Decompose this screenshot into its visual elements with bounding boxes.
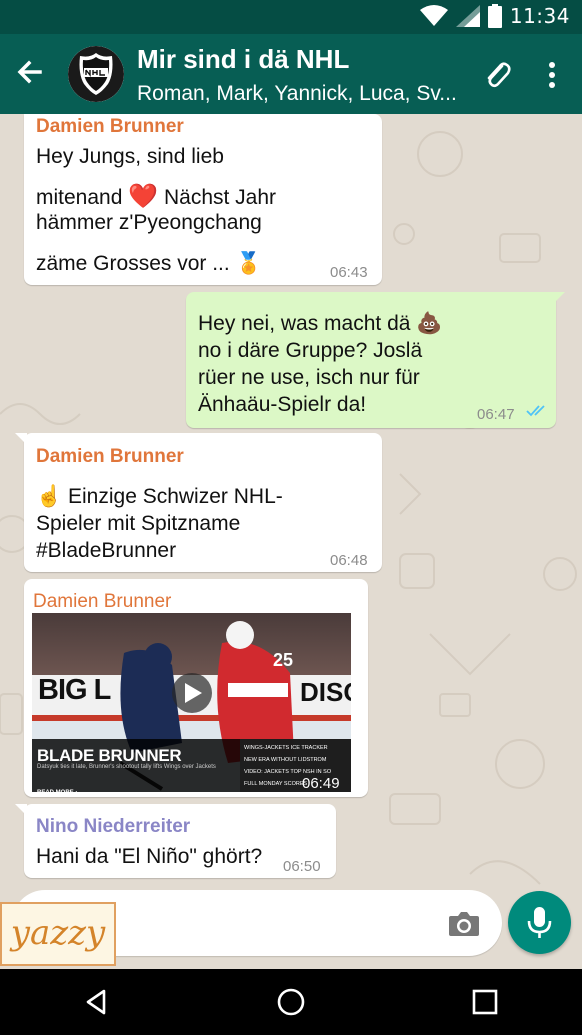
attach-button[interactable] — [480, 56, 514, 90]
message-time: 06:43 — [330, 264, 368, 281]
video-caption: Datsyuk ties it late, Brunner's shootout… — [37, 764, 216, 770]
group-title[interactable]: Mir sind i dä NHL — [137, 44, 349, 75]
triangle-back-icon[interactable] — [82, 987, 112, 1017]
square-recents-icon[interactable] — [470, 987, 500, 1017]
sender-name[interactable]: Damien Brunner — [36, 444, 184, 470]
more-vert-icon — [549, 62, 555, 88]
message-time: 06:50 — [283, 858, 321, 875]
group-avatar[interactable] — [68, 46, 124, 102]
message-text: ☝️ Einzige Schwizer NHL- Spieler mit Spi… — [36, 484, 283, 562]
read-ticks-icon — [526, 405, 545, 417]
board-ad-left: BIG L — [38, 674, 111, 706]
message-time: 06:48 — [330, 552, 368, 569]
message-bubble[interactable]: Damien Brunner ☝️ Einzige Schwizer NHL- … — [15, 433, 382, 572]
poop-emoji: 💩 — [416, 311, 443, 335]
paperclip-icon — [487, 62, 511, 88]
sender-name[interactable]: Damien Brunner — [36, 114, 184, 140]
read-more-link: READ MORE › — [37, 780, 77, 792]
message-text: Hey nei, was macht dä 💩 no i däre Gruppe… — [198, 311, 443, 416]
camera-icon — [449, 912, 479, 936]
sender-name[interactable]: Damien Brunner — [33, 589, 171, 615]
status-bar: 11:34 — [0, 0, 582, 34]
group-members[interactable]: Roman, Mark, Yannick, Luca, Sv... — [137, 82, 467, 106]
nhl-logo-icon — [68, 46, 124, 102]
media-message-bubble[interactable]: Damien Brunner BIG L DIS 25 BLADE BRUNNE… — [24, 579, 368, 797]
heart-emoji: ❤️ — [128, 182, 159, 210]
board-ad-right: DISC — [300, 677, 351, 707]
circle-home-icon[interactable] — [276, 987, 306, 1017]
message-text: Hani da "El Niño" ghört? — [36, 845, 263, 868]
signal-icon — [455, 5, 480, 27]
medal-emoji: 🏅 — [235, 251, 262, 275]
pointing-up-emoji: ☝️ — [36, 484, 63, 508]
message-bubble[interactable]: Damien Brunner Hey Jungs, sind lieb mite… — [24, 114, 382, 285]
sender-name[interactable]: Nino Niederreiter — [36, 814, 190, 840]
camera-button[interactable] — [448, 910, 480, 938]
video-thumbnail[interactable]: BIG L DISC 25 BLADE BRUNNER Datsyuk ties… — [32, 613, 351, 792]
message-list[interactable]: Damien Brunner Hey Jungs, sind lieb mite… — [0, 114, 582, 969]
message-bubble[interactable]: Nino Niederreiter Hani da "El Niño" ghör… — [15, 804, 336, 878]
voice-message-button[interactable] — [508, 891, 571, 954]
message-text: Hey Jungs, sind lieb mitenand ❤️ Nächst … — [36, 145, 277, 275]
message-bubble-outgoing[interactable]: Hey nei, was macht dä 💩 no i däre Gruppe… — [186, 292, 565, 428]
wifi-icon — [419, 5, 448, 26]
back-button[interactable] — [12, 56, 46, 90]
message-time: 06:47 — [477, 406, 515, 423]
watermark-logo: yazzy — [0, 902, 116, 966]
message-time: 06:49 — [302, 775, 340, 792]
chat-header: Mir sind i dä NHL Roman, Mark, Yannick, … — [0, 34, 582, 114]
microphone-icon — [527, 907, 552, 938]
status-time: 11:34 — [509, 4, 570, 28]
jersey-number: 25 — [273, 650, 294, 670]
more-options-button[interactable] — [542, 58, 562, 92]
system-nav-bar — [0, 969, 582, 1035]
battery-icon — [487, 4, 502, 28]
arrow-left-icon — [17, 60, 42, 84]
